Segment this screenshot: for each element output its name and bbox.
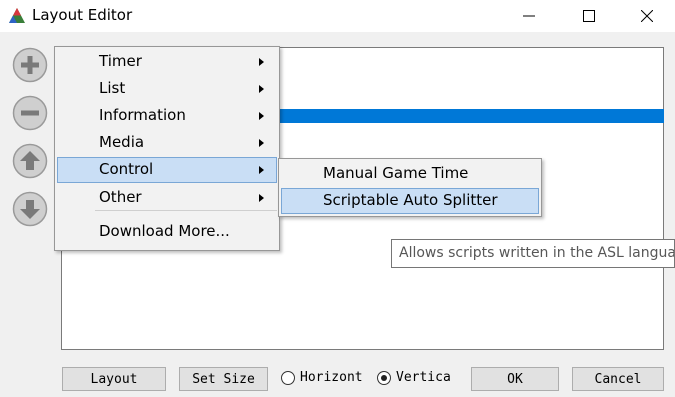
vertical-radio[interactable]: Vertica (377, 369, 457, 389)
radio-label: Vertica (396, 370, 451, 385)
submenu-item-scriptable-auto-splitter[interactable]: Scriptable Auto Splitter (281, 188, 539, 214)
maximize-button[interactable] (560, 0, 618, 32)
move-down-button[interactable] (12, 191, 48, 227)
ok-button[interactable]: OK (471, 367, 559, 391)
menu-item-label: Control (99, 160, 154, 178)
menu-item-label: Other (99, 188, 142, 206)
radio-selected-dot (381, 375, 387, 381)
submenu-arrow-icon (259, 58, 264, 66)
remove-icon (12, 95, 48, 131)
radio-label: Horizont (300, 370, 363, 385)
radio-circle (377, 371, 391, 385)
menu-item-other[interactable]: Other (57, 185, 277, 211)
menu-item-label: Download More... (99, 222, 230, 240)
menu-item-information[interactable]: Information (57, 103, 277, 129)
radio-circle (281, 371, 295, 385)
move-down-icon (12, 191, 48, 227)
livesplit-triangle-icon (9, 8, 25, 23)
menu-item-download-more[interactable]: Download More... (57, 219, 277, 245)
window-title: Layout Editor (32, 6, 133, 24)
menu-item-label: Timer (99, 52, 142, 70)
menu-item-label: Information (99, 106, 186, 124)
submenu-arrow-icon (259, 194, 264, 202)
tooltip: Allows scripts written in the ASL langua (391, 239, 675, 268)
add-component-menu: Timer List Information Media Control Oth… (54, 46, 280, 251)
menu-item-media[interactable]: Media (57, 130, 277, 156)
minimize-icon (523, 15, 535, 17)
move-up-icon (12, 143, 48, 179)
menu-item-label: List (99, 79, 126, 97)
minimize-button[interactable] (500, 0, 558, 32)
menu-separator (95, 210, 277, 211)
control-submenu: Manual Game Time Scriptable Auto Splitte… (278, 158, 542, 217)
menu-item-timer[interactable]: Timer (57, 49, 277, 75)
add-icon (12, 47, 48, 83)
submenu-arrow-icon (259, 112, 264, 120)
selected-list-row[interactable] (277, 109, 664, 123)
cancel-button[interactable]: Cancel (572, 367, 664, 391)
submenu-arrow-icon (259, 139, 264, 147)
tooltip-text: Allows scripts written in the ASL langua (399, 245, 675, 261)
menu-item-control[interactable]: Control (57, 157, 277, 183)
move-up-button[interactable] (12, 143, 48, 179)
submenu-item-label: Scriptable Auto Splitter (323, 191, 498, 209)
submenu-arrow-icon (259, 85, 264, 93)
submenu-item-label: Manual Game Time (323, 164, 469, 182)
horizontal-radio[interactable]: Horizont (281, 369, 367, 389)
maximize-icon (583, 10, 595, 22)
add-component-button[interactable] (12, 47, 48, 83)
menu-item-label: Media (99, 133, 145, 151)
close-icon (641, 10, 653, 22)
layout-button[interactable]: Layout (62, 367, 166, 391)
submenu-arrow-icon (259, 166, 264, 174)
submenu-item-manual-game-time[interactable]: Manual Game Time (281, 161, 539, 187)
remove-component-button[interactable] (12, 95, 48, 131)
menu-item-list[interactable]: List (57, 76, 277, 102)
title-bar: Layout Editor (0, 0, 675, 32)
close-button[interactable] (618, 0, 675, 32)
set-size-button[interactable]: Set Size (179, 367, 268, 391)
